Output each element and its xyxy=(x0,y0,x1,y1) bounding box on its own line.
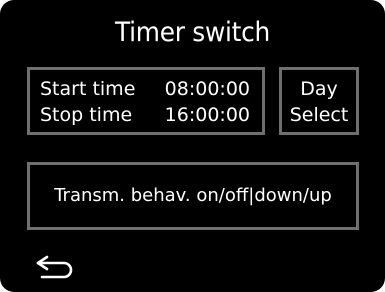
day-select-button[interactable]: Day Select xyxy=(279,67,359,135)
times-button[interactable]: Start time 08:00:00 Stop time 16:00:00 xyxy=(27,67,265,135)
stop-time-row: Stop time 16:00:00 xyxy=(40,102,250,128)
day-select-label-line2: Select xyxy=(289,104,349,126)
stop-time-label: Stop time xyxy=(40,104,133,126)
start-time-row: Start time 08:00:00 xyxy=(40,76,250,102)
transmission-behavior-label: Transm. behav. on/off|down/up xyxy=(54,185,332,206)
day-select-label-line1: Day xyxy=(300,78,338,100)
back-button[interactable] xyxy=(34,254,78,280)
start-time-label: Start time xyxy=(40,78,136,100)
page-title: Timer switch xyxy=(115,17,270,48)
stop-time-value: 16:00:00 xyxy=(164,104,250,126)
timer-switch-screen: Timer switch Start time 08:00:00 Stop ti… xyxy=(0,0,385,292)
back-arrow-icon xyxy=(36,255,73,279)
start-time-value: 08:00:00 xyxy=(164,78,250,100)
transmission-behavior-button[interactable]: Transm. behav. on/off|down/up xyxy=(27,162,359,230)
